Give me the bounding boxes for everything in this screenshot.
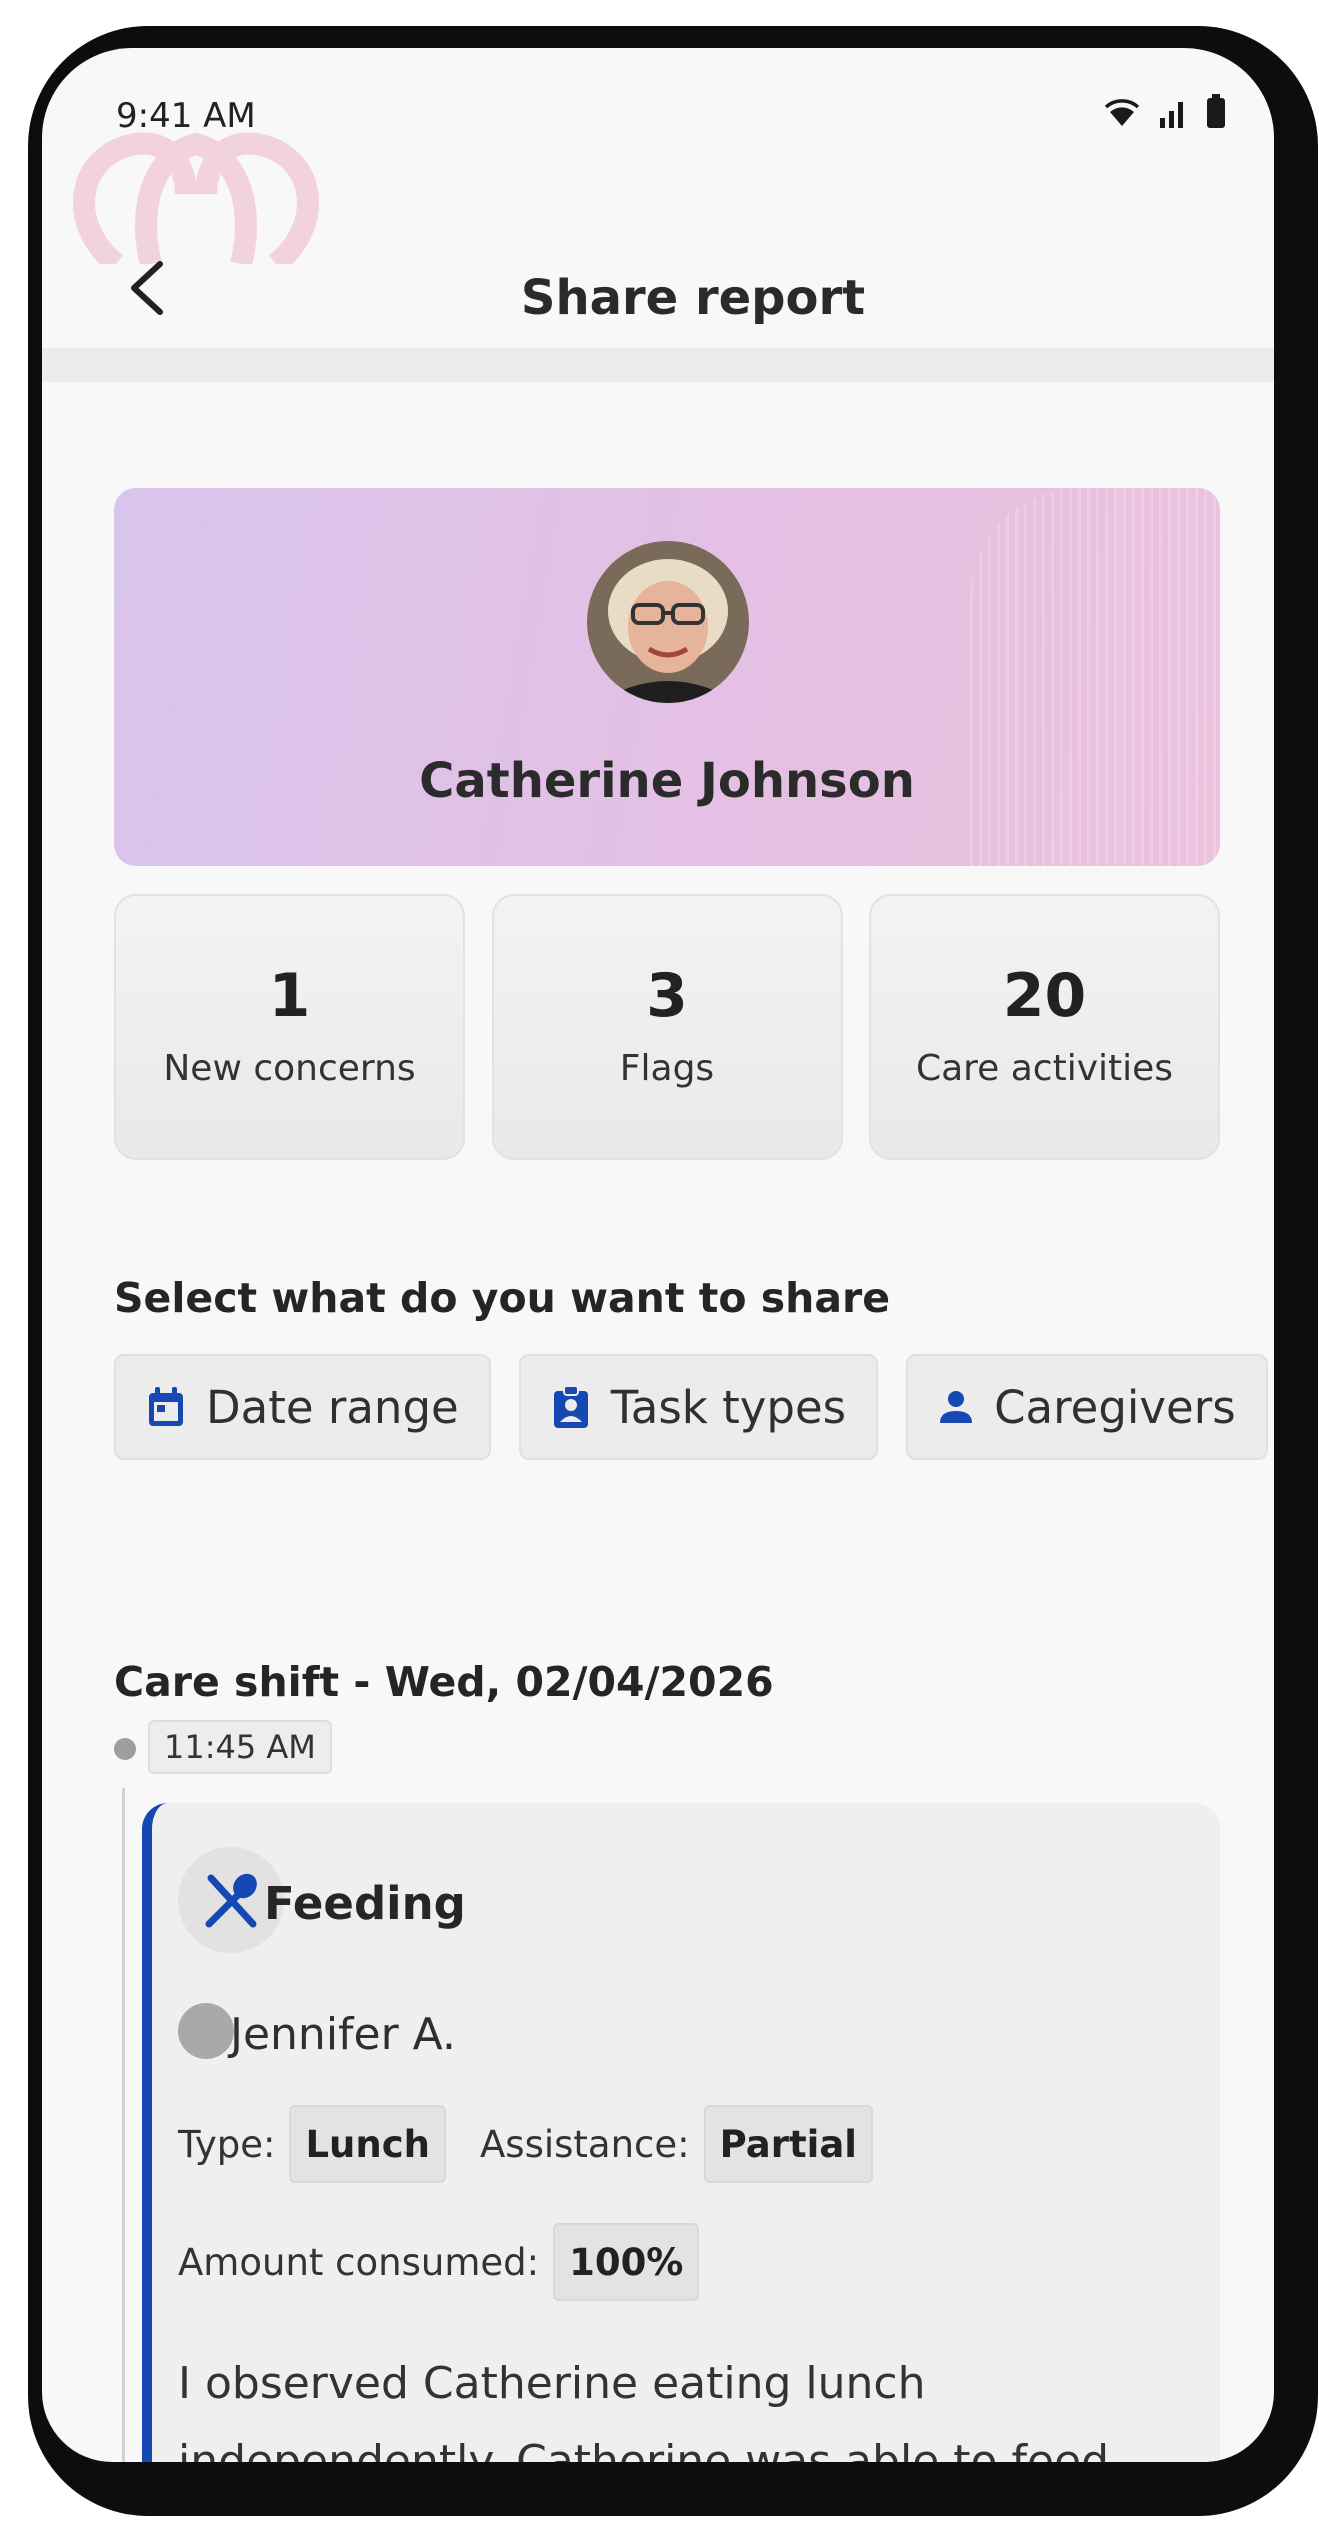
stat-value: 20: [1002, 960, 1087, 1031]
feeding-activity-card[interactable]: Feeding Jennifer A. Type: Lunch Assistan…: [142, 1803, 1220, 2462]
activity-note: I observed Catherine eating lunch indepe…: [178, 2358, 1110, 2462]
chip-label: Date range: [206, 1380, 459, 1434]
app-screen: 9:41 AM Share report Catherine Johnson 1…: [42, 48, 1274, 2462]
assistance-label: Assistance:: [480, 2122, 690, 2166]
stat-care-activities[interactable]: 20 Care activities: [869, 894, 1220, 1160]
stat-value: 3: [646, 960, 688, 1031]
battery-icon: [1207, 94, 1225, 128]
profile-name: Catherine Johnson: [419, 753, 915, 809]
stat-new-concerns[interactable]: 1 New concerns: [114, 894, 465, 1160]
amount-value: 100%: [553, 2223, 700, 2301]
assistance-value: Partial: [703, 2105, 873, 2183]
type-value: Lunch: [289, 2105, 446, 2183]
stat-flags[interactable]: 3 Flags: [491, 894, 843, 1160]
clipboard-icon: [553, 1385, 588, 1428]
caregiver-avatar: [178, 2003, 234, 2059]
task-types-chip[interactable]: Task types: [518, 1354, 879, 1460]
caregiver-name: Jennifer A.: [230, 2009, 456, 2060]
time-badge: 11:45 AM: [148, 1720, 332, 1774]
timeline-line: [122, 1788, 125, 2462]
app-bar: Share report: [42, 188, 1274, 358]
page-title: Share report: [520, 270, 866, 326]
type-label: Type:: [178, 2122, 276, 2166]
stats-row: 1 New concerns 3 Flags 20 Care activitie…: [114, 894, 1220, 1164]
stat-label: Care activities: [915, 1047, 1174, 1089]
stat-label: New concerns: [163, 1047, 416, 1089]
amount-label: Amount consumed:: [178, 2240, 540, 2284]
profile-card: Catherine Johnson: [114, 488, 1220, 866]
card-pattern: [970, 488, 1220, 866]
chip-label: Caregivers: [994, 1380, 1236, 1434]
calendar-icon: [149, 1387, 183, 1426]
person-icon: [940, 1391, 973, 1423]
type-assistance-row: Type: Lunch Assistance: Partial: [178, 2105, 873, 2183]
wifi-icon: [1104, 99, 1140, 126]
status-icons: [1104, 94, 1226, 128]
caregivers-chip[interactable]: Caregivers: [906, 1354, 1268, 1460]
share-filter-chips: Date range Task types Caregivers: [114, 1354, 1268, 1460]
amount-row: Amount consumed: 100%: [178, 2223, 700, 2301]
date-range-chip[interactable]: Date range: [114, 1354, 491, 1460]
stat-label: Flags: [619, 1047, 715, 1089]
activity-title: Feeding: [264, 1877, 466, 1930]
shift-heading: Care shift - Wed, 02/04/2026: [114, 1658, 774, 1706]
header-divider: [42, 348, 1274, 382]
avatar-image: [587, 541, 749, 703]
avatar: [587, 541, 749, 703]
timeline-dot: [114, 1738, 136, 1760]
utensils-icon: [205, 1873, 257, 1928]
stat-value: 1: [268, 960, 311, 1031]
share-heading: Select what do you want to share: [114, 1274, 891, 1322]
chip-label: Task types: [610, 1380, 847, 1434]
signal-icon: [1160, 102, 1183, 128]
